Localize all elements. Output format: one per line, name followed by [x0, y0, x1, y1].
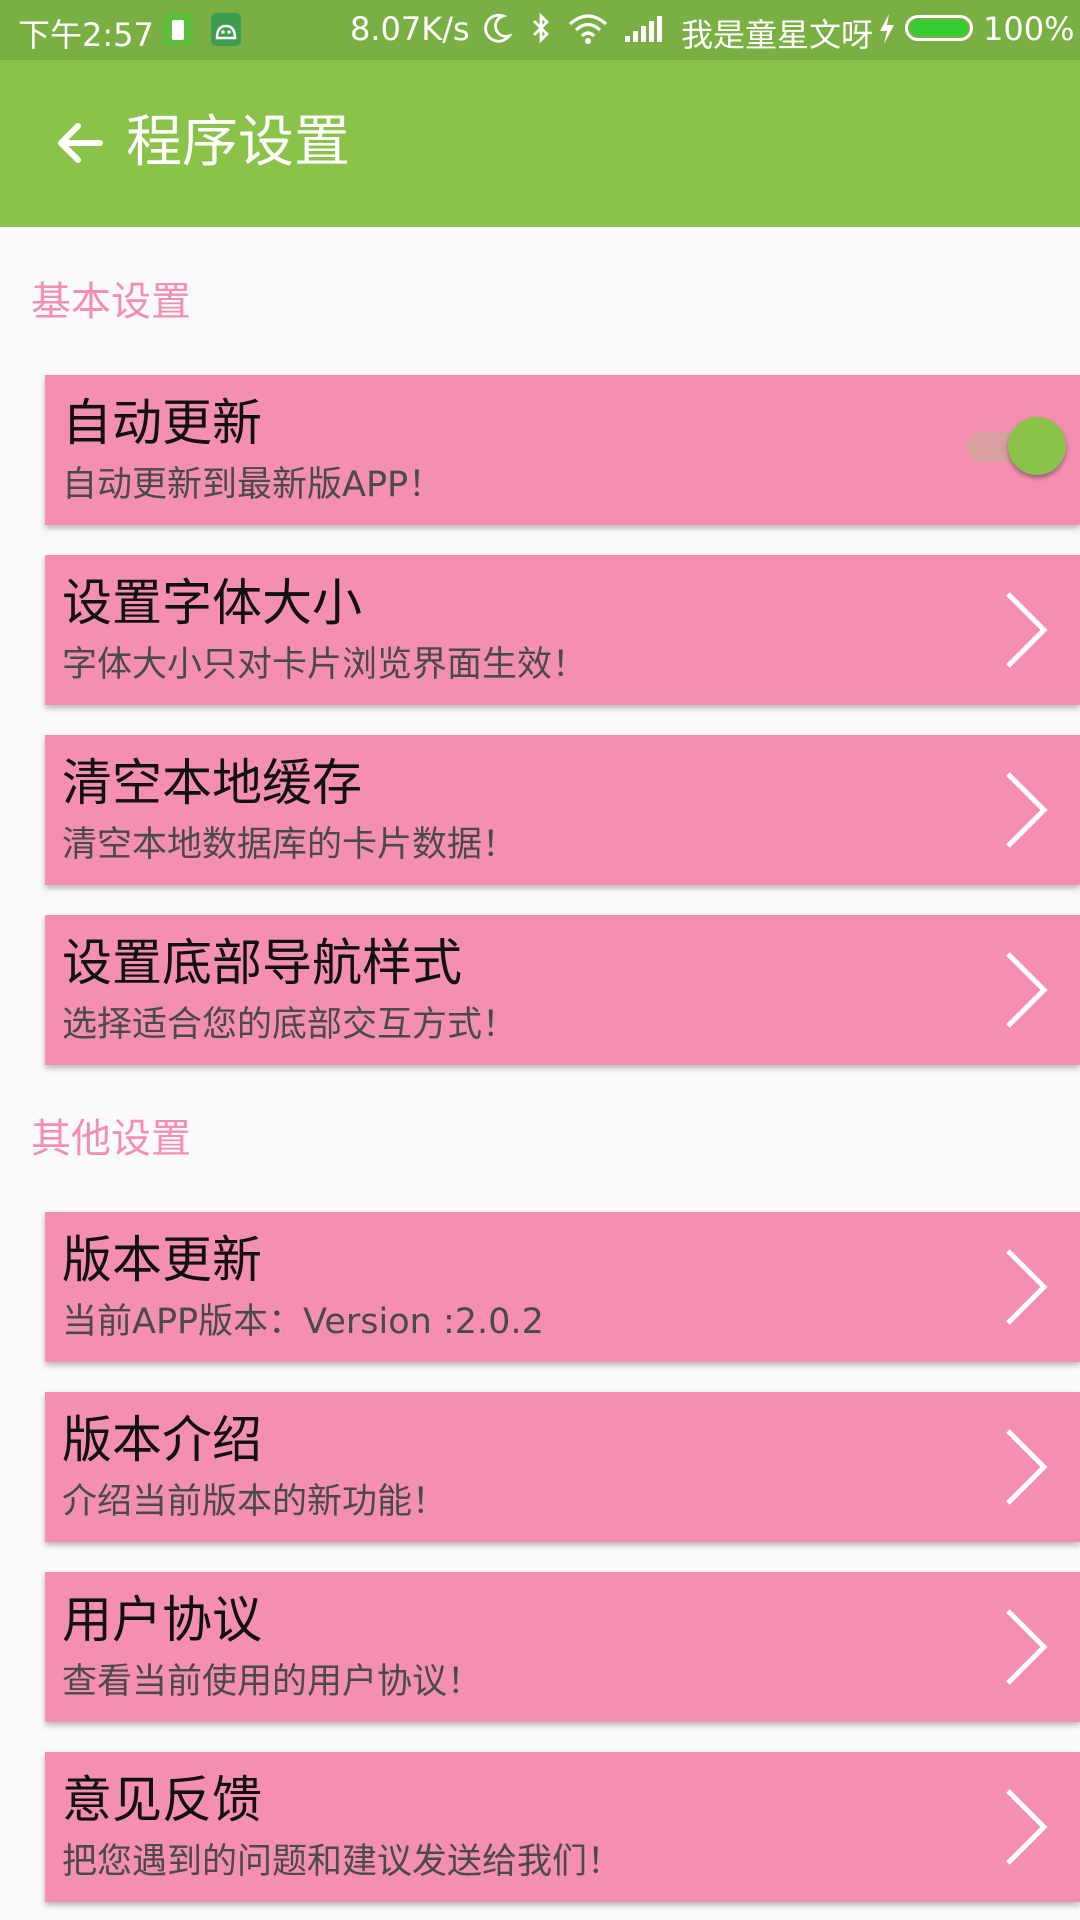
setting-subtitle: 把您遇到的问题和建议发送给我们！	[62, 1842, 623, 1882]
chevron-right-icon	[1006, 592, 1048, 668]
setting-subtitle: 清空本地数据库的卡片数据！	[62, 825, 518, 865]
setting-subtitle: 字体大小只对卡片浏览界面生效！	[62, 645, 588, 685]
back-button[interactable]	[52, 115, 108, 171]
network-speed: 8.07K/s	[350, 10, 470, 48]
battery-fill	[910, 20, 968, 36]
status-bar: 下午2:57 8.07K/s 我是童星文呀 100%	[0, 0, 1080, 60]
moon-icon	[483, 12, 513, 54]
setting-auto-update[interactable]: 自动更新 自动更新到最新版APP！	[45, 375, 1080, 525]
chevron-right-icon	[1006, 1609, 1048, 1685]
setting-subtitle: 当前APP版本：Version :2.0.2	[62, 1302, 544, 1342]
sim-icon	[163, 13, 193, 46]
setting-title: 意见反馈	[62, 1771, 262, 1829]
android-icon	[211, 13, 241, 46]
setting-title: 用户协议	[62, 1591, 262, 1649]
setting-version-intro[interactable]: 版本介绍 介绍当前版本的新功能！	[45, 1392, 1080, 1542]
toggle-thumb	[1008, 417, 1066, 475]
setting-title: 清空本地缓存	[62, 754, 362, 812]
bluetooth-icon	[530, 12, 552, 54]
setting-title: 版本更新	[62, 1231, 262, 1289]
setting-title: 设置底部导航样式	[62, 934, 462, 992]
setting-subtitle: 查看当前使用的用户协议！	[62, 1662, 483, 1702]
wifi-icon	[568, 12, 608, 54]
section-header-other: 其他设置	[31, 1116, 191, 1162]
auto-update-toggle[interactable]	[958, 415, 1066, 479]
setting-clear-cache[interactable]: 清空本地缓存 清空本地数据库的卡片数据！	[45, 735, 1080, 885]
setting-subtitle: 自动更新到最新版APP！	[62, 465, 444, 505]
setting-user-agreement[interactable]: 用户协议 查看当前使用的用户协议！	[45, 1572, 1080, 1722]
chevron-right-icon	[1006, 1789, 1048, 1865]
chevron-right-icon	[1006, 1249, 1048, 1325]
setting-subtitle: 介绍当前版本的新功能！	[62, 1482, 448, 1522]
section-header-basic: 基本设置	[31, 279, 191, 325]
setting-title: 设置字体大小	[62, 574, 362, 632]
setting-feedback[interactable]: 意见反馈 把您遇到的问题和建议发送给我们！	[45, 1752, 1080, 1902]
carrier-name: 我是童星文呀	[681, 16, 874, 54]
setting-version-update[interactable]: 版本更新 当前APP版本：Version :2.0.2	[45, 1212, 1080, 1362]
chevron-right-icon	[1006, 1429, 1048, 1505]
chevron-right-icon	[1006, 772, 1048, 848]
signal-icon	[624, 12, 666, 54]
setting-bottom-nav-style[interactable]: 设置底部导航样式 选择适合您的底部交互方式！	[45, 915, 1080, 1065]
arrow-left-icon	[58, 123, 103, 163]
app-bar: 程序设置	[0, 60, 1080, 227]
setting-font-size[interactable]: 设置字体大小 字体大小只对卡片浏览界面生效！	[45, 555, 1080, 705]
setting-subtitle: 选择适合您的底部交互方式！	[62, 1005, 518, 1045]
page-title: 程序设置	[126, 110, 350, 175]
charging-icon	[876, 12, 898, 54]
status-time: 下午2:57	[18, 16, 154, 54]
setting-title: 版本介绍	[62, 1411, 262, 1469]
battery-percent: 100%	[983, 10, 1075, 48]
battery-icon	[905, 15, 973, 41]
setting-title: 自动更新	[62, 394, 262, 452]
chevron-right-icon	[1006, 952, 1048, 1028]
